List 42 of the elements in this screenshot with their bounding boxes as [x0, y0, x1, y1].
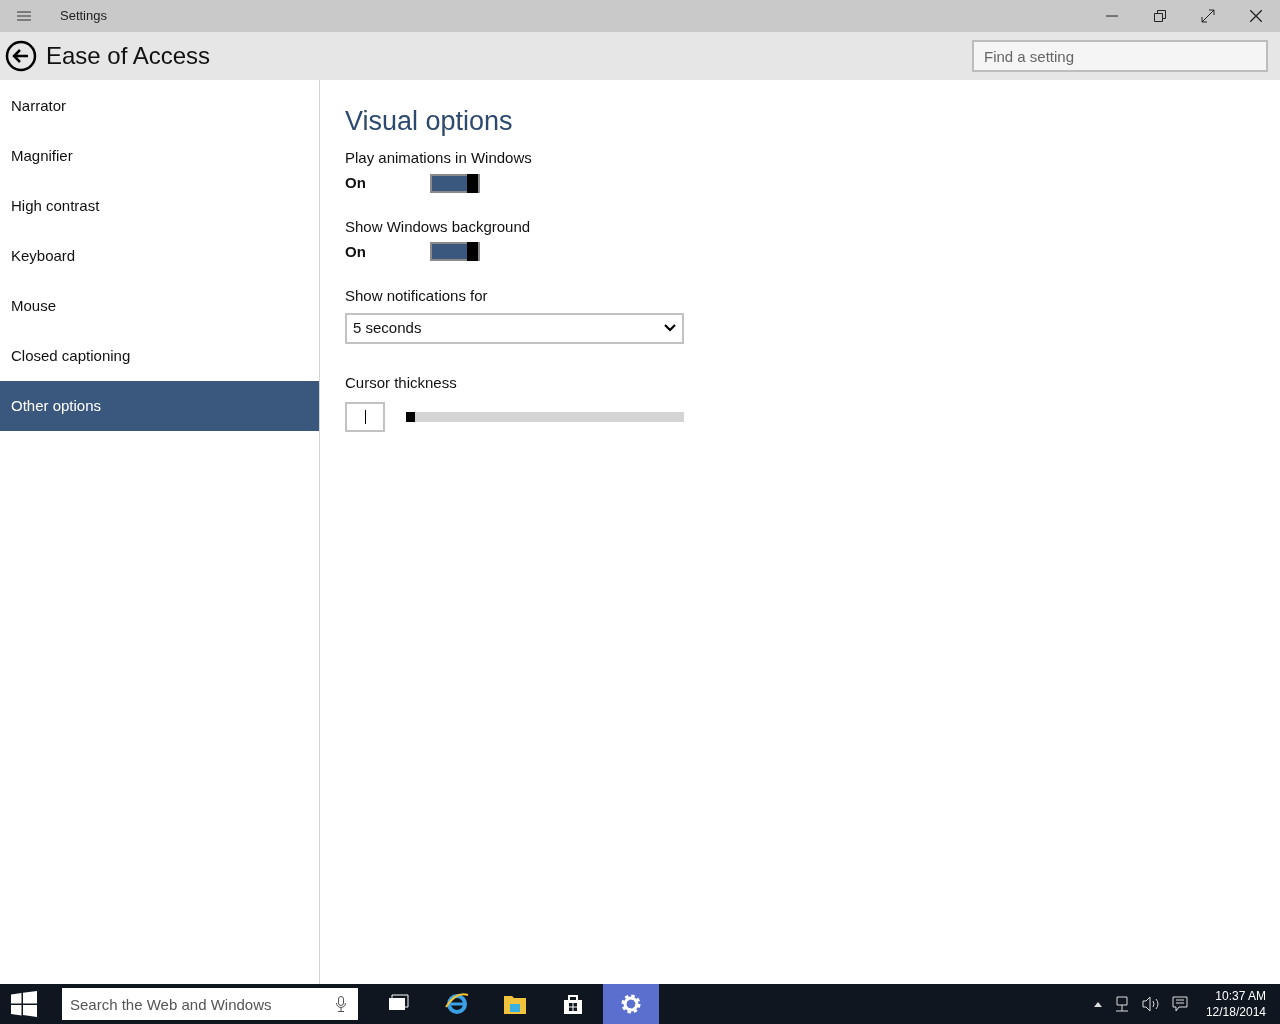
speaker-icon	[1141, 996, 1160, 1012]
toggle-state-text: On	[345, 173, 367, 193]
toggle-switch[interactable]	[430, 173, 480, 193]
browser-e-icon	[445, 992, 469, 1016]
sidebar-item[interactable]: Closed captioning	[0, 331, 319, 381]
minimize-icon	[1106, 15, 1118, 17]
search-field[interactable]: Find a setting	[972, 40, 1268, 72]
gear-icon	[619, 992, 643, 1016]
chevron-down-icon	[664, 324, 676, 332]
sidebar-item[interactable]: Other options	[0, 381, 319, 431]
back-button[interactable]	[5, 40, 37, 72]
toggle-switch[interactable]	[430, 242, 480, 262]
section-heading: Visual options	[345, 105, 514, 138]
windows-logo-icon	[11, 991, 37, 1017]
close-icon	[1250, 10, 1262, 22]
slider-thumb[interactable]	[406, 412, 415, 422]
toggle-label: Play animations in Windows	[345, 148, 533, 168]
restore-icon	[1154, 10, 1166, 22]
sidebar-item[interactable]: Magnifier	[0, 131, 319, 181]
page-title: Ease of Access	[46, 41, 211, 71]
menu-icon	[17, 11, 31, 21]
chevron-up-icon	[1093, 1001, 1102, 1007]
clock-date: 12/18/2014	[1205, 1004, 1266, 1020]
sidebar-item[interactable]: High contrast	[0, 181, 319, 231]
field-label: Cursor thickness	[345, 372, 458, 393]
sidebar-item[interactable]: Keyboard	[0, 231, 319, 281]
sidebar-item[interactable]: Narrator	[0, 81, 319, 131]
diagonal-arrows-icon	[1201, 9, 1215, 23]
toggle-state-text: On	[345, 241, 367, 262]
microphone-icon	[336, 996, 346, 1012]
shopping-bag-icon	[561, 992, 585, 1016]
field-label: Show notifications for	[345, 286, 489, 306]
sidebar-item[interactable]: Mouse	[0, 281, 319, 331]
message-icon	[1171, 996, 1188, 1012]
clock-time: 10:37 AM	[1215, 988, 1266, 1004]
network-icon	[1113, 996, 1130, 1012]
cursor-thickness-slider[interactable]	[406, 412, 684, 422]
notification-duration-dropdown[interactable]: 5 seconds	[345, 312, 684, 344]
taskbar-search-field[interactable]: Search the Web and Windows	[62, 988, 358, 1020]
window-title: Settings	[60, 7, 107, 26]
toggle-label: Show Windows background	[345, 216, 532, 237]
cursor-preview	[345, 402, 385, 432]
